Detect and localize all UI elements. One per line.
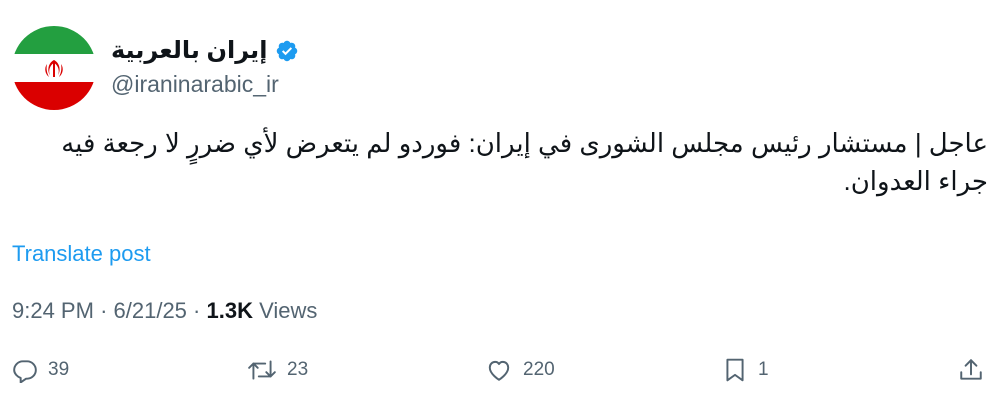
views-count: 1.3K: [206, 298, 253, 323]
tweet-text: عاجل | مستشار رئيس مجلس الشورى في إيران:…: [61, 128, 988, 196]
display-name[interactable]: إيران بالعربية: [111, 36, 267, 65]
tweet-time[interactable]: 9:24 PM: [12, 298, 94, 323]
bookmark-icon: [726, 358, 744, 382]
reply-count: 39: [48, 359, 70, 380]
heart-icon: [488, 360, 510, 381]
account-name-row[interactable]: إيران بالعربية: [111, 36, 299, 65]
share-icon: [960, 359, 982, 380]
action-bar: 39 23 220 1: [12, 352, 988, 388]
like-button[interactable]: 220: [485, 352, 555, 388]
translate-post-link[interactable]: Translate post: [12, 241, 151, 267]
verified-badge-icon[interactable]: [275, 39, 299, 63]
account-handle[interactable]: @iraninarabic_ir: [111, 71, 279, 98]
meta-separator: ·: [100, 298, 108, 323]
reply-icon: [13, 360, 37, 383]
bookmark-count: 1: [758, 359, 769, 380]
avatar[interactable]: [12, 26, 96, 110]
repost-button[interactable]: 23: [247, 352, 308, 388]
repost-icon: [248, 360, 276, 380]
repost-count: 23: [287, 359, 309, 380]
tweet-date[interactable]: 6/21/25: [114, 298, 187, 323]
tweet-meta: 9:24 PM · 6/21/25 · 1.3K Views: [12, 298, 317, 324]
meta-separator: ·: [193, 298, 201, 323]
like-count: 220: [523, 359, 555, 380]
bookmark-button[interactable]: 1: [722, 352, 769, 388]
iran-flag-icon: [12, 26, 96, 110]
reply-button[interactable]: 39: [12, 352, 69, 388]
share-button[interactable]: [958, 352, 984, 388]
views-label: Views: [259, 298, 318, 323]
